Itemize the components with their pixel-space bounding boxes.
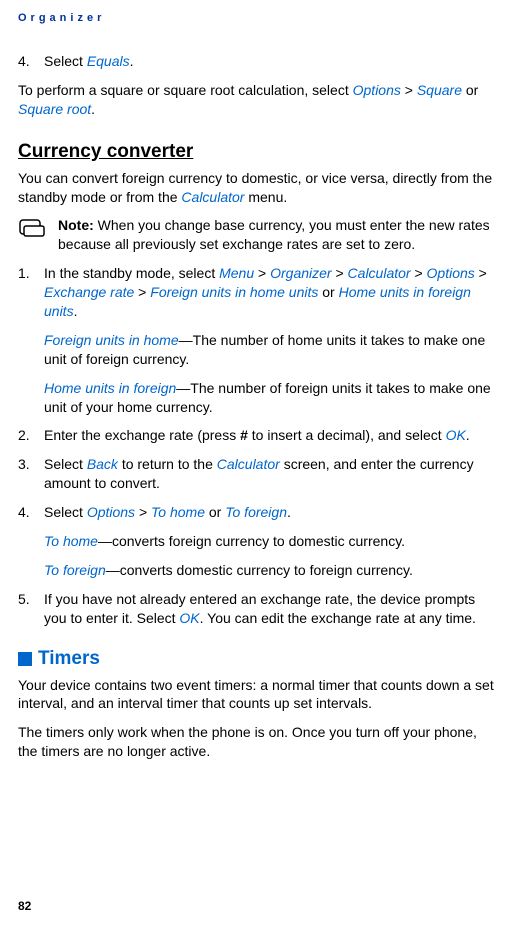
text: . (466, 427, 470, 443)
text: > (134, 284, 150, 300)
to-foreign-link: To foreign (225, 504, 287, 520)
to-home-link: To home (151, 504, 205, 520)
text: To perform a square or square root calcu… (18, 82, 353, 98)
step-number: 3. (18, 455, 44, 493)
square-root-link: Square root (18, 101, 91, 117)
to-home-label: To home (44, 533, 98, 549)
page-number: 82 (18, 899, 31, 913)
text: Select (44, 456, 87, 472)
text: —converts foreign currency to domestic c… (98, 533, 405, 549)
step-4-sub-b: To foreign—converts domestic currency to… (44, 561, 499, 580)
text: > (254, 265, 270, 281)
text: to insert a decimal), and select (248, 427, 446, 443)
step-body: If you have not already entered an excha… (44, 590, 499, 628)
note-icon (18, 218, 46, 238)
text: . (91, 101, 95, 117)
text: Enter the exchange rate (press (44, 427, 240, 443)
step-body: Select Back to return to the Calculator … (44, 455, 499, 493)
step-1-sub-a: Foreign units in home—The number of home… (44, 331, 499, 369)
organizer-link: Organizer (270, 265, 331, 281)
text: > (135, 504, 151, 520)
timers-heading: Timers (18, 648, 499, 670)
text: . You can edit the exchange rate at any … (200, 610, 476, 626)
page-header: Organizer (18, 12, 499, 24)
step-3: 3. Select Back to return to the Calculat… (18, 455, 499, 493)
note-label: Note: (58, 217, 94, 233)
back-link: Back (87, 456, 118, 472)
text: . (287, 504, 291, 520)
calculator-link: Calculator (348, 265, 411, 281)
step-body: In the standby mode, select Menu > Organ… (44, 264, 499, 321)
step-number: 5. (18, 590, 44, 628)
to-foreign-label: To foreign (44, 562, 106, 578)
step-4-sub-a: To home—converts foreign currency to dom… (44, 532, 499, 551)
exchange-rate-link: Exchange rate (44, 284, 134, 300)
text: or (318, 284, 338, 300)
text: > (401, 82, 417, 98)
text: In the standby mode, select (44, 265, 219, 281)
step-body: Select Equals. (44, 52, 499, 71)
text: > (332, 265, 348, 281)
text: or (462, 82, 478, 98)
note-block: Note: When you change base currency, you… (18, 216, 499, 254)
text: or (205, 504, 225, 520)
text: Select (44, 504, 87, 520)
step-4: 4. Select Options > To home or To foreig… (18, 503, 499, 522)
calculator-link: Calculator (181, 189, 244, 205)
equals-link: Equals (87, 53, 130, 69)
text: > (411, 265, 427, 281)
home-in-foreign-label: Home units in foreign (44, 380, 176, 396)
text: —converts domestic currency to foreign c… (106, 562, 413, 578)
ok-link: OK (446, 427, 466, 443)
text: > (475, 265, 487, 281)
step-number: 1. (18, 264, 44, 321)
timers-para-1: Your device contains two event timers: a… (18, 676, 499, 714)
text: . (130, 53, 134, 69)
square-link: Square (417, 82, 462, 98)
options-link: Options (87, 504, 135, 520)
step-1-sub-b: Home units in foreign—The number of fore… (44, 379, 499, 417)
text: menu. (244, 189, 287, 205)
step-number: 4. (18, 52, 44, 71)
text: When you change base currency, you must … (58, 217, 490, 252)
currency-converter-heading: Currency converter (18, 141, 499, 163)
calculator-link: Calculator (217, 456, 280, 472)
timers-para-2: The timers only work when the phone is o… (18, 723, 499, 761)
ok-link: OK (179, 610, 199, 626)
square-bullet-icon (18, 652, 32, 666)
timers-heading-text: Timers (38, 648, 100, 670)
foreign-in-home-label: Foreign units in home (44, 332, 179, 348)
text: Select (44, 53, 87, 69)
square-root-para: To perform a square or square root calcu… (18, 81, 499, 119)
step-body: Select Options > To home or To foreign. (44, 503, 499, 522)
options-link: Options (427, 265, 475, 281)
step-number: 4. (18, 503, 44, 522)
step-5: 5. If you have not already entered an ex… (18, 590, 499, 628)
foreign-units-home-link: Foreign units in home units (150, 284, 318, 300)
step-number: 2. (18, 426, 44, 445)
step-body: Enter the exchange rate (press # to inse… (44, 426, 499, 445)
options-link: Options (353, 82, 401, 98)
hash-key: # (240, 427, 248, 443)
step-4-equals: 4. Select Equals. (18, 52, 499, 71)
currency-intro: You can convert foreign currency to dome… (18, 169, 499, 207)
text: to return to the (118, 456, 217, 472)
step-2: 2. Enter the exchange rate (press # to i… (18, 426, 499, 445)
step-1: 1. In the standby mode, select Menu > Or… (18, 264, 499, 321)
menu-link: Menu (219, 265, 254, 281)
text: . (74, 303, 78, 319)
note-text: Note: When you change base currency, you… (58, 216, 499, 254)
